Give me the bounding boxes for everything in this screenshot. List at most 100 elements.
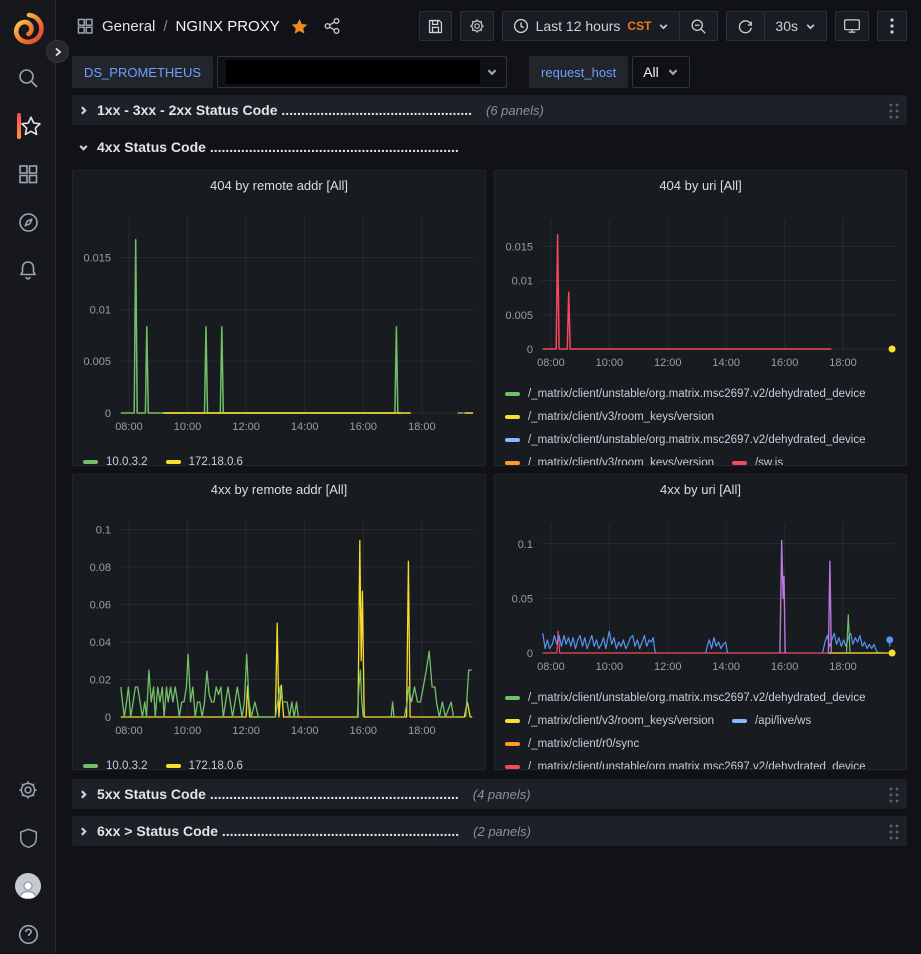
- chart-svg[interactable]: 08:0010:0012:0014:0016:0018:0000.050.1: [495, 503, 904, 681]
- legend-series-label[interactable]: /_matrix/client/unstable/org.matrix.msc2…: [528, 761, 866, 771]
- chart-svg[interactable]: 08:0010:0012:0014:0016:0018:0000.0050.01…: [73, 199, 483, 445]
- save-dashboard-button[interactable]: [419, 11, 452, 41]
- zoom-out-time-button[interactable]: [679, 12, 717, 40]
- sidebar-expand-button[interactable]: [46, 40, 69, 63]
- monitor-icon: [843, 17, 861, 35]
- legend-series-label[interactable]: 172.18.0.6: [189, 760, 243, 771]
- dashboard-variables-row: DS_PROMETHEUS request_host All: [56, 52, 921, 92]
- request-host-variable-select[interactable]: All: [632, 56, 690, 88]
- kebab-menu-button[interactable]: [877, 11, 907, 41]
- panel-title[interactable]: 4xx by remote addr [All]: [73, 475, 485, 503]
- row-panel-count: (2 panels): [473, 824, 531, 839]
- row-drag-handle[interactable]: [888, 823, 899, 840]
- breadcrumb-section[interactable]: General: [102, 18, 155, 35]
- variable-label-ds-prometheus[interactable]: DS_PROMETHEUS: [72, 56, 213, 88]
- sidebar-item-server-admin[interactable]: [0, 818, 56, 858]
- refresh-button[interactable]: [727, 12, 764, 40]
- legend-item[interactable]: /_matrix/client/unstable/org.matrix.msc2…: [505, 755, 866, 770]
- legend-item[interactable]: /sw.js: [732, 451, 783, 466]
- legend-series-label[interactable]: /_matrix/client/v3/room_keys/version: [528, 411, 714, 423]
- svg-text:16:00: 16:00: [771, 661, 799, 673]
- row-drag-handle[interactable]: [888, 786, 899, 803]
- sidebar-item-help[interactable]: [0, 914, 56, 954]
- save-icon: [427, 18, 444, 35]
- chevron-right-icon: [78, 789, 89, 800]
- svg-text:0: 0: [527, 648, 533, 660]
- breadcrumb-dashboard-title[interactable]: NGINX PROXY: [176, 18, 280, 35]
- legend-item[interactable]: /_matrix/client/r0/sync: [505, 732, 639, 755]
- cycle-view-mode-button[interactable]: [835, 11, 869, 41]
- sidebar-item-dashboards[interactable]: [0, 154, 56, 194]
- variable-label-request-host[interactable]: request_host: [529, 56, 628, 88]
- legend-series-color: [166, 764, 181, 768]
- time-range-picker[interactable]: Last 12 hours CST: [503, 12, 680, 40]
- row-drag-handle[interactable]: [888, 102, 899, 119]
- share-icon[interactable]: [323, 17, 341, 35]
- svg-text:14:00: 14:00: [712, 357, 740, 369]
- dashboard-settings-button[interactable]: [460, 11, 494, 41]
- legend-series-label[interactable]: /_matrix/client/unstable/org.matrix.msc2…: [528, 434, 866, 446]
- legend-item[interactable]: /_matrix/client/v3/room_keys/version: [505, 709, 714, 732]
- svg-text:08:00: 08:00: [537, 357, 565, 369]
- panel-legend: 10.0.3.2 172.18.0.6: [73, 450, 485, 466]
- panel-title[interactable]: 404 by remote addr [All]: [73, 171, 485, 199]
- legend-item[interactable]: /_matrix/client/unstable/org.matrix.msc2…: [505, 382, 866, 405]
- row-panel-count: (6 panels): [486, 103, 544, 118]
- breadcrumb: General / NGINX PROXY: [76, 17, 341, 36]
- legend-item[interactable]: 10.0.3.2: [83, 754, 148, 770]
- svg-text:18:00: 18:00: [408, 725, 436, 737]
- legend-series-label[interactable]: /_matrix/client/v3/room_keys/version: [528, 715, 714, 727]
- svg-text:0.01: 0.01: [90, 304, 111, 316]
- shield-icon: [18, 827, 39, 849]
- row-6xx[interactable]: 6xx > Status Code ......................…: [72, 816, 907, 846]
- legend-series-label[interactable]: 10.0.3.2: [106, 456, 148, 467]
- panel-404-by-remote-addr: 404 by remote addr [All] 08:0010:0012:00…: [72, 170, 486, 466]
- row-4xx[interactable]: 4xx Status Code ........................…: [72, 132, 907, 162]
- time-picker-group: Last 12 hours CST: [502, 11, 719, 41]
- sidebar-item-configuration[interactable]: [0, 770, 56, 810]
- legend-series-color: [83, 460, 98, 464]
- legend-item[interactable]: /_matrix/client/unstable/org.matrix.msc2…: [505, 686, 866, 709]
- svg-text:10:00: 10:00: [596, 357, 624, 369]
- favorite-star-icon[interactable]: [290, 17, 309, 36]
- legend-series-label[interactable]: /_matrix/client/r0/sync: [528, 738, 639, 750]
- refresh-interval-dropdown[interactable]: 30s: [764, 12, 826, 40]
- chart-svg[interactable]: 08:0010:0012:0014:0016:0018:0000.0050.01…: [495, 199, 904, 377]
- legend-item[interactable]: 172.18.0.6: [166, 754, 243, 770]
- svg-text:0.1: 0.1: [96, 524, 111, 536]
- svg-text:14:00: 14:00: [291, 725, 319, 737]
- svg-text:0.05: 0.05: [512, 593, 533, 605]
- legend-series-label[interactable]: /_matrix/client/v3/room_keys/version: [528, 457, 714, 467]
- legend-item[interactable]: /_matrix/client/unstable/org.matrix.msc2…: [505, 428, 866, 451]
- legend-series-color: [505, 696, 520, 700]
- svg-text:12:00: 12:00: [654, 661, 682, 673]
- bell-icon: [17, 259, 39, 281]
- sidebar-item-profile[interactable]: [0, 866, 56, 906]
- legend-item[interactable]: 172.18.0.6: [166, 450, 243, 466]
- sidebar-item-search[interactable]: [0, 58, 56, 98]
- legend-item[interactable]: /api/live/ws: [732, 709, 811, 732]
- legend-series-color: [505, 765, 520, 769]
- svg-text:0.005: 0.005: [505, 310, 533, 322]
- legend-item[interactable]: /_matrix/client/v3/room_keys/version: [505, 405, 714, 428]
- chevron-right-icon: [53, 47, 63, 57]
- datasource-variable-select[interactable]: [217, 56, 507, 88]
- time-range-label: Last 12 hours: [536, 18, 621, 34]
- row-5xx[interactable]: 5xx Status Code ........................…: [72, 779, 907, 809]
- legend-series-label[interactable]: 10.0.3.2: [106, 760, 148, 771]
- row-1xx-3xx-2xx[interactable]: 1xx - 3xx - 2xx Status Code ............…: [72, 95, 907, 125]
- legend-series-label[interactable]: /_matrix/client/unstable/org.matrix.msc2…: [528, 388, 866, 400]
- legend-series-label[interactable]: /api/live/ws: [755, 715, 811, 727]
- panel-title[interactable]: 404 by uri [All]: [495, 171, 906, 199]
- legend-item[interactable]: 10.0.3.2: [83, 450, 148, 466]
- chart-svg[interactable]: 08:0010:0012:0014:0016:0018:0000.020.040…: [73, 503, 483, 749]
- legend-item[interactable]: /_matrix/client/v3/room_keys/version: [505, 451, 714, 466]
- sidebar-item-explore[interactable]: [0, 202, 56, 242]
- sidebar-item-alerting[interactable]: [0, 250, 56, 290]
- panel-title[interactable]: 4xx by uri [All]: [495, 475, 906, 503]
- legend-series-label[interactable]: /_matrix/client/unstable/org.matrix.msc2…: [528, 692, 866, 704]
- legend-series-label[interactable]: 172.18.0.6: [189, 456, 243, 467]
- sidebar-item-starred[interactable]: [0, 106, 56, 146]
- svg-text:18:00: 18:00: [408, 421, 436, 433]
- legend-series-label[interactable]: /sw.js: [755, 457, 783, 467]
